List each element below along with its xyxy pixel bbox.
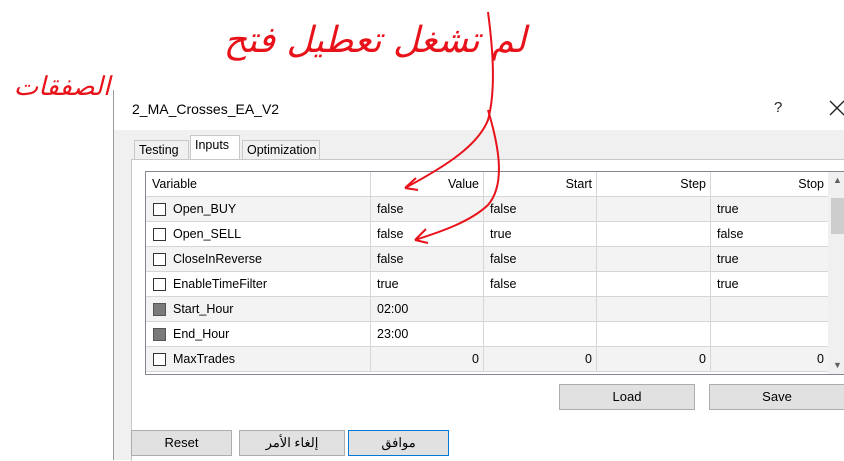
handwritten-annotation: لم تشغل تعطيل فتح الصفقات [14, 11, 530, 244]
tab-inputs[interactable]: Inputs [190, 135, 240, 159]
annotation-text-line1: لم تشغل تعطيل فتح [224, 20, 530, 61]
annotation-text-line2: الصفقات [14, 72, 113, 102]
